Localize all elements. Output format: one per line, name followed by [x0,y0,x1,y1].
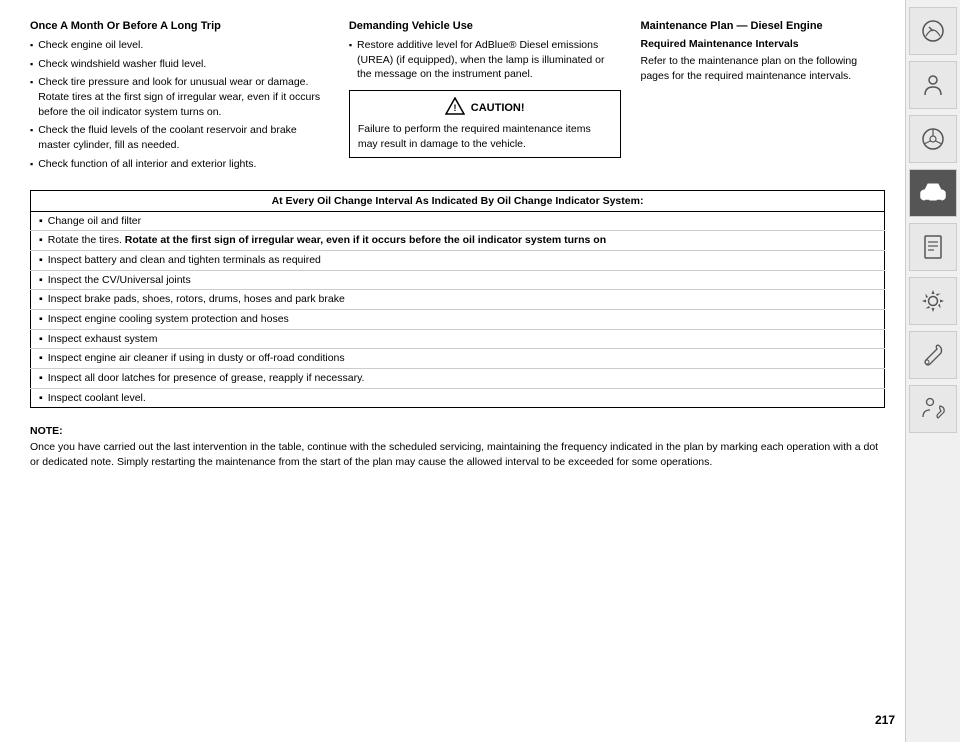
caution-label: CAUTION! [471,102,525,114]
list-item: ▪ Restore additive level for AdBlue® Die… [349,38,621,82]
checkbox-symbol: ▪ [39,351,43,366]
list-item-text: Check tire pressure and look for unusual… [38,75,329,119]
oil-change-table-header: At Every Oil Change Interval As Indicate… [31,190,885,211]
row-text: Inspect the CV/Universal joints [48,273,191,288]
caution-header: ! CAUTION! [358,97,612,118]
table-cell: ▪ Inspect battery and clean and tighten … [31,250,885,270]
checkbox-symbol: ▪ [30,76,33,89]
checkbox-symbol: ▪ [39,253,43,268]
list-item: ▪ Check function of all interior and ext… [30,157,329,172]
list-item-text: Check engine oil level. [38,38,143,53]
table-row: ▪ Inspect coolant level. [31,388,885,408]
list-item: ▪ Check windshield washer fluid level. [30,57,329,72]
col-left-title: Once A Month Or Before A Long Trip [30,20,329,32]
row-text: Inspect battery and clean and tighten te… [48,253,321,268]
note-label: NOTE: [30,425,63,437]
checkbox-symbol: ▪ [39,273,43,288]
svg-text:!: ! [453,103,456,113]
table-cell: ▪ Change oil and filter [31,211,885,231]
warning-triangle-icon: ! [445,97,465,118]
col-right-subsection: Required Maintenance Intervals [641,38,886,50]
checkbox-symbol: ▪ [39,371,43,386]
table-cell: ▪ Rotate the tires. Rotate at the first … [31,231,885,251]
oil-change-section: At Every Oil Change Interval As Indicate… [30,186,885,409]
col-right-title: Maintenance Plan — Diesel Engine [641,20,886,32]
checkbox-symbol: ▪ [39,332,43,347]
person-sidebar-icon[interactable] [909,61,957,109]
table-row: ▪ Inspect exhaust system [31,329,885,349]
checkbox-symbol: ▪ [39,292,43,307]
note-section: NOTE: Once you have carried out the last… [30,424,885,470]
table-row: ▪ Rotate the tires. Rotate at the first … [31,231,885,251]
row-text: Inspect all door latches for presence of… [48,371,365,386]
list-item-text: Check windshield washer fluid level. [38,57,206,72]
table-row: ▪ Inspect the CV/Universal joints [31,270,885,290]
list-item-text: Check function of all interior and exter… [38,157,256,172]
checkbox-symbol: ▪ [39,233,43,248]
col-middle-title: Demanding Vehicle Use [349,20,621,32]
table-row: ▪ Inspect engine cooling system protecti… [31,309,885,329]
row-text: Inspect brake pads, shoes, rotors, drums… [48,292,345,307]
table-cell: ▪ Inspect brake pads, shoes, rotors, dru… [31,290,885,310]
col-right: Maintenance Plan — Diesel Engine Require… [641,20,886,83]
list-item-text: Restore additive level for AdBlue® Diese… [357,38,620,82]
top-section: Once A Month Or Before A Long Trip ▪ Che… [30,20,885,176]
checkbox-symbol: ▪ [349,39,352,52]
table-row: ▪ Inspect all door latches for presence … [31,369,885,389]
list-item: ▪ Check the fluid levels of the coolant … [30,123,329,152]
oil-change-table: At Every Oil Change Interval As Indicate… [30,190,885,409]
list-item-text: Check the fluid levels of the coolant re… [38,123,329,152]
row-text: Rotate the tires. Rotate at the first si… [48,233,606,248]
gear-sidebar-icon[interactable] [909,277,957,325]
row-text: Inspect engine cooling system protection… [48,312,289,327]
checkbox-symbol: ▪ [30,124,33,137]
table-cell: ▪ Inspect all door latches for presence … [31,369,885,389]
caution-box: ! CAUTION! Failure to perform the requir… [349,90,621,158]
table-cell: ▪ Inspect engine cooling system protecti… [31,309,885,329]
note-text: Once you have carried out the last inter… [30,441,878,468]
table-cell: ▪ Inspect the CV/Universal joints [31,270,885,290]
document-sidebar-icon[interactable] [909,223,957,271]
table-cell: ▪ Inspect coolant level. [31,388,885,408]
checkbox-symbol: ▪ [39,391,43,406]
page-number: 217 [875,713,895,727]
car-sidebar-icon[interactable] [909,169,957,217]
checkbox-symbol: ▪ [30,58,33,71]
col-right-text: Refer to the maintenance plan on the fol… [641,54,886,83]
person-wrench-sidebar-icon[interactable] [909,385,957,433]
checkbox-symbol: ▪ [30,39,33,52]
table-cell: ▪ Inspect engine air cleaner if using in… [31,349,885,369]
list-item: ▪ Check tire pressure and look for unusu… [30,75,329,119]
gauge-sidebar-icon[interactable] [909,7,957,55]
steering-sidebar-icon[interactable] [909,115,957,163]
checkbox-symbol: ▪ [39,312,43,327]
table-row: ▪ Inspect brake pads, shoes, rotors, dru… [31,290,885,310]
row-text: Inspect engine air cleaner if using in d… [48,351,345,366]
checkbox-symbol: ▪ [39,214,43,229]
col-middle: Demanding Vehicle Use ▪ Restore additive… [349,20,621,158]
table-row: ▪ Inspect battery and clean and tighten … [31,250,885,270]
checkbox-symbol: ▪ [30,158,33,171]
list-item: ▪ Check engine oil level. [30,38,329,53]
table-row: ▪ Change oil and filter [31,211,885,231]
caution-text: Failure to perform the required maintena… [358,122,612,151]
table-cell: ▪ Inspect exhaust system [31,329,885,349]
row-text: Inspect exhaust system [48,332,158,347]
row-text: Inspect coolant level. [48,391,146,406]
wrench-sidebar-icon[interactable] [909,331,957,379]
row-text: Change oil and filter [48,214,141,229]
table-row: ▪ Inspect engine air cleaner if using in… [31,349,885,369]
right-sidebar [905,0,960,742]
col-left: Once A Month Or Before A Long Trip ▪ Che… [30,20,329,176]
